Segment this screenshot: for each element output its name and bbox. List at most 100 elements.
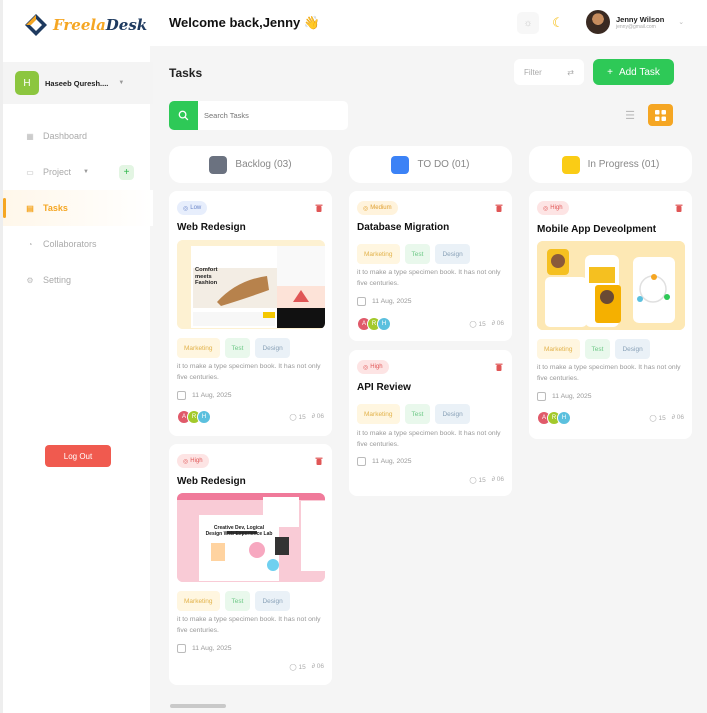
- grid-icon: ▦: [26, 131, 34, 141]
- tasks-icon: ▤: [26, 203, 34, 213]
- logout-button[interactable]: Log Out: [45, 445, 111, 467]
- task-description: it to make a type specimen book. It has …: [537, 364, 681, 382]
- horizontal-scrollbar[interactable]: [170, 704, 226, 708]
- priority-badge: ◎ High: [177, 454, 209, 468]
- task-meta: ◯ 15 ∂ 06: [469, 476, 504, 484]
- tag-list: Marketing Test Design: [357, 404, 470, 424]
- comment-count: ◯ 15: [469, 321, 486, 328]
- circle-icon: ◎: [543, 205, 549, 212]
- trash-icon[interactable]: [494, 362, 504, 372]
- task-title: Database Migration: [357, 222, 450, 233]
- sidebar-item-setting[interactable]: ⚙ Setting: [3, 262, 153, 298]
- paperclip-icon: ∂: [311, 663, 315, 670]
- tag: Marketing: [357, 244, 400, 264]
- workspace-switcher[interactable]: H Haseeb Quresh.... ▼: [3, 62, 153, 104]
- task-card[interactable]: ◎ High Web Redesign Creative Dev, Logical…: [169, 444, 332, 685]
- task-card[interactable]: ◎ High Mobile App Deveolpment Marketing T…: [529, 191, 692, 439]
- task-thumbnail: [537, 241, 685, 330]
- column-color-swatch: [209, 155, 228, 174]
- sidebar-item-label: Project: [43, 167, 72, 177]
- filter-button[interactable]: Filter ⇄: [514, 59, 584, 85]
- priority-badge: ◎ High: [537, 201, 569, 215]
- priority-badge: ◎ High: [357, 360, 389, 374]
- workspace-name: Haseeb Quresh....: [45, 78, 109, 88]
- avatar: H: [377, 317, 391, 331]
- add-task-button[interactable]: + Add Task: [593, 59, 674, 85]
- sidebar-item-project[interactable]: ▭ Project ▼ +: [3, 154, 153, 190]
- tag: Design: [435, 404, 470, 424]
- sidebar-item-collaborators[interactable]: ◔ Collaborators: [3, 226, 153, 262]
- tag: Marketing: [537, 339, 580, 359]
- column-header-in-progress: In Progress (01): [529, 146, 692, 183]
- task-card[interactable]: ◎ High API Review Marketing Test Design i…: [349, 350, 512, 496]
- tag: Design: [255, 591, 290, 611]
- trash-icon[interactable]: [674, 203, 684, 213]
- tag: Marketing: [177, 591, 220, 611]
- task-description: it to make a type specimen book. It has …: [177, 616, 321, 634]
- profile-menu[interactable]: Jenny Wilson jenny@gmail.com ⌄: [586, 10, 684, 34]
- task-thumbnail: Creative Dev, Logical Design Web Experie…: [177, 493, 325, 582]
- chevron-down-icon: ⌄: [678, 19, 685, 26]
- tag: Design: [615, 339, 650, 359]
- calendar-icon: [357, 297, 366, 306]
- assignee-avatars: A R H: [177, 410, 211, 424]
- task-thumbnail: Comfort meets Fashion: [177, 240, 325, 329]
- task-card[interactable]: ◎ Medium Database Migration Marketing Tes…: [349, 191, 512, 341]
- trash-icon[interactable]: [314, 203, 324, 213]
- comment-icon: ◯: [289, 664, 297, 671]
- calendar-icon: [357, 457, 366, 466]
- comment-icon: ◯: [649, 415, 657, 422]
- column-header-backlog: Backlog (03): [169, 146, 332, 183]
- attachment-count: ∂ 06: [671, 414, 684, 421]
- users-icon: ◔: [27, 239, 33, 249]
- tag-list: Marketing Test Design: [177, 591, 290, 611]
- profile-name: Jenny Wilson: [616, 14, 665, 24]
- plus-icon: +: [607, 66, 613, 78]
- paperclip-icon: ∂: [491, 476, 495, 483]
- tag: Design: [255, 338, 290, 358]
- add-task-label: Add Task: [618, 66, 660, 78]
- circle-icon: ◎: [363, 364, 369, 371]
- paperclip-icon: ∂: [491, 320, 495, 327]
- sidebar-item-dashboard[interactable]: ▦ Dashboard: [3, 118, 153, 154]
- tag: Test: [224, 591, 251, 611]
- task-meta: ◯ 15 ∂ 06: [649, 414, 684, 422]
- trash-icon[interactable]: [494, 203, 504, 213]
- due-date: 11 Aug, 2025: [357, 297, 412, 306]
- brand-logo[interactable]: FreelaDesk: [23, 12, 147, 38]
- search-button[interactable]: [169, 101, 198, 130]
- task-description: it to make a type specimen book. It has …: [357, 430, 501, 448]
- tag: Design: [435, 244, 470, 264]
- tag: Marketing: [357, 404, 400, 424]
- priority-badge: ◎ Low: [177, 201, 208, 215]
- list-view-icon[interactable]: ☰: [618, 104, 642, 126]
- search-input[interactable]: [198, 101, 348, 130]
- logo-icon: [25, 14, 47, 36]
- paperclip-icon: ∂: [311, 413, 315, 420]
- task-title: API Review: [357, 382, 411, 393]
- trash-icon[interactable]: [314, 456, 324, 466]
- task-meta: ◯ 15 ∂ 06: [289, 413, 324, 421]
- sun-icon[interactable]: ☼: [517, 12, 539, 34]
- task-title: Web Redesign: [177, 476, 246, 487]
- comment-count: ◯ 15: [469, 477, 486, 484]
- column-color-swatch: [561, 155, 580, 174]
- sidebar-item-tasks[interactable]: ▤ Tasks: [3, 190, 153, 226]
- add-project-button[interactable]: +: [119, 164, 134, 180]
- folder-icon: ▭: [26, 167, 34, 177]
- tag: Marketing: [177, 338, 220, 358]
- task-card[interactable]: ◎ Low Web Redesign Comfort meets Fashion …: [169, 191, 332, 436]
- attachment-count: ∂ 06: [311, 413, 324, 420]
- tag: Test: [404, 404, 431, 424]
- paperclip-icon: ∂: [671, 414, 675, 421]
- avatar: H: [15, 71, 39, 95]
- attachment-count: ∂ 06: [491, 476, 504, 483]
- thumbnail-headline: Comfort meets Fashion: [195, 267, 218, 286]
- moon-icon[interactable]: ☾: [547, 12, 569, 34]
- search-icon: [178, 110, 189, 121]
- due-date: 11 Aug, 2025: [177, 644, 232, 653]
- comment-count: ◯ 15: [649, 415, 666, 422]
- avatar: [586, 10, 610, 34]
- tag: Test: [224, 338, 251, 358]
- grid-view-icon[interactable]: [648, 104, 673, 126]
